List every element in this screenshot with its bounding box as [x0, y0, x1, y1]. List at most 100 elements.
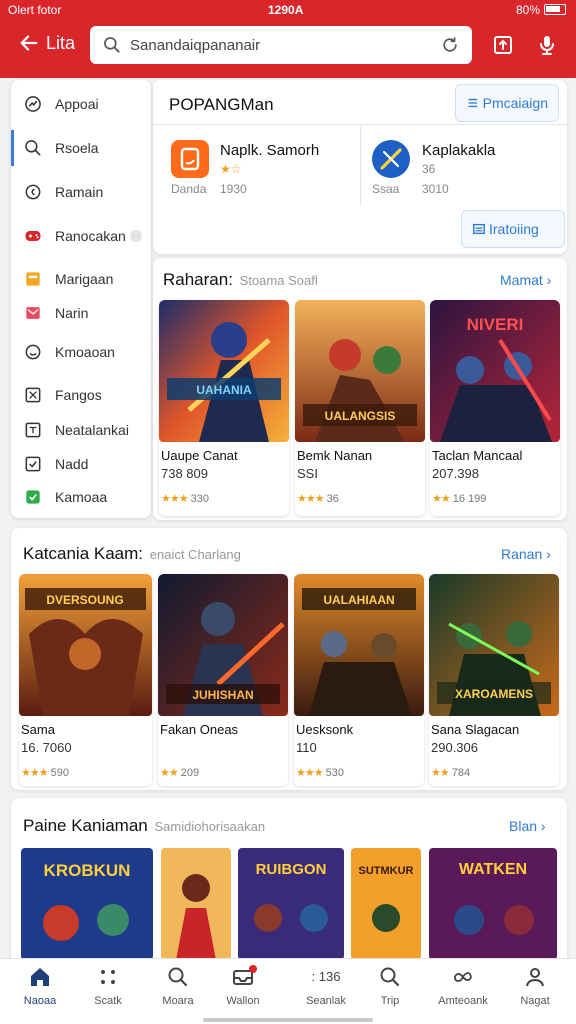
see-more-link[interactable]: Ranan ›: [501, 546, 551, 562]
game-value: 110: [296, 740, 317, 755]
back-button[interactable]: Lita: [18, 32, 75, 54]
thumb-art-title: SUTMKUR: [359, 865, 414, 877]
app-name: Naplk. Samorh: [220, 142, 320, 159]
section-title-text: Raharan:: [163, 270, 233, 289]
game-card[interactable]: JUHISHAN Fakan Oneas ★★ 209: [158, 574, 288, 786]
sidebar-item-appoai[interactable]: Appoai: [11, 86, 151, 122]
game-rating: ★★ 16 199: [432, 492, 486, 505]
game-card[interactable]: XAROAMENS Sana Slagacan 290.306 ★★ 784: [429, 574, 559, 786]
nav-item-wallon[interactable]: Wallon: [211, 965, 275, 1015]
sidebar-item-narin[interactable]: Narin: [11, 295, 151, 331]
stars-icon: ★★: [432, 493, 451, 505]
section-title: Katcania Kaam: enaict Charlang: [23, 544, 241, 564]
sidebar-item-marigaan[interactable]: Marigaan: [11, 261, 151, 297]
see-more-link[interactable]: Mamat ›: [500, 272, 551, 288]
top-app-bar: Olert fotor 1290A 80% Lita: [0, 0, 576, 78]
nav-item-home[interactable]: Naoaa: [8, 965, 72, 1015]
notification-badge: [249, 965, 257, 973]
search-input[interactable]: [130, 36, 440, 54]
nav-item-amteoank[interactable]: Amteoank: [430, 965, 496, 1015]
info-dot: [129, 230, 142, 242]
stars-icon: ★★★: [296, 767, 324, 779]
game-thumbnail[interactable]: RUIBGON: [238, 848, 344, 960]
game-card[interactable]: DVERSOUNG Sama 16. 7060 ★★★ 590: [19, 574, 152, 786]
sidebar-item-kmoaoan[interactable]: Kmoaoan: [11, 334, 151, 370]
nav-label: Amteoank: [438, 995, 488, 1007]
game-card[interactable]: UAHANIA Uaupe Canat 738 809 ★★★ 330: [159, 300, 289, 516]
check-box-icon: [23, 454, 43, 474]
list-icon: [468, 98, 478, 108]
app-bar: Lita: [0, 22, 576, 68]
section-title: Paine Kaniaman Samidiohorisaakan: [23, 816, 265, 836]
rating-count: 36: [326, 493, 339, 505]
rating-count: 530: [325, 767, 344, 779]
sidebar-item-label: Ramain: [55, 184, 104, 200]
game-thumbnail[interactable]: KROBKUN: [21, 848, 153, 960]
game-rating: ★★ 209: [160, 766, 199, 779]
mic-button[interactable]: [535, 33, 559, 57]
sidebar-item-label: Fangos: [55, 387, 102, 403]
sidebar-item-label: Kmoaoan: [55, 344, 115, 360]
campaign-button[interactable]: Pmcaiaign: [455, 84, 559, 122]
game-card[interactable]: NIVERI Taclan Mancaal 207.398 ★★ 16 199: [430, 300, 560, 516]
rating-count: 590: [50, 767, 69, 779]
nav-item-nagat[interactable]: Nagat: [503, 965, 567, 1015]
rating-count: 330: [190, 493, 209, 505]
cross-box-icon: [23, 385, 43, 405]
share-button[interactable]: [491, 33, 515, 57]
sidebar-item-neatalankai[interactable]: Neatalankai: [11, 412, 151, 448]
thumb-art-title: UAHANIA: [196, 383, 252, 397]
stars-icon: ★★★: [161, 493, 189, 505]
game-card[interactable]: UALANGSIS Bemk Nanan SSI ★★★ 36: [295, 300, 425, 516]
sidebar-item-nadd[interactable]: Nadd: [11, 446, 151, 482]
game-value: 290.306: [431, 740, 478, 755]
sidebar-item-label: Neatalankai: [55, 422, 129, 438]
thumb-art-title: JUHISHAN: [192, 688, 253, 702]
envelope-icon: [23, 303, 43, 323]
nav-item-trip[interactable]: Trip: [358, 965, 422, 1015]
code-icon: : 136: [311, 969, 341, 984]
infinity-icon: [451, 965, 475, 989]
game-card[interactable]: UALAHIAAN Uesksonk 110 ★★★ 530: [294, 574, 424, 786]
section-subtitle: Samidiohorisaakan: [154, 819, 266, 834]
nav-item-scatk[interactable]: Scatk: [76, 965, 140, 1015]
category-sidebar: Appoai Rsoela Ramain Ranocakan Marigaan …: [11, 80, 151, 518]
home-icon: [28, 965, 52, 989]
stars-icon: ★★: [160, 767, 179, 779]
game-rating: ★★★ 530: [296, 766, 344, 779]
app-logo: [171, 140, 209, 178]
sidebar-item-label: Narin: [55, 305, 89, 321]
game-name: Uesksonk: [296, 722, 354, 737]
game-thumbnail[interactable]: SUTMKUR: [351, 848, 421, 960]
game-thumbnail[interactable]: WATKEN: [429, 848, 557, 960]
sidebar-item-kamoaa[interactable]: Kamoaa: [11, 479, 151, 515]
game-thumbnail: NIVERI: [430, 300, 560, 442]
game-thumbnail: DVERSOUNG: [19, 574, 152, 716]
app-item-kaplakakla[interactable]: Kaplakakla 36 Ssaa 3010: [370, 126, 560, 206]
rating-button[interactable]: Iratoiing: [461, 210, 565, 248]
thumb-art-title: UALANGSIS: [325, 409, 396, 423]
refresh-icon[interactable]: [440, 35, 460, 55]
sidebar-item-label: Marigaan: [55, 271, 114, 287]
sidebar-item-rsoela[interactable]: Rsoela: [11, 130, 151, 166]
rating-count: 209: [180, 767, 200, 779]
panel-title: POPANGMan: [169, 95, 274, 114]
section-katcania: Katcania Kaam: enaict Charlang Ranan › D…: [11, 528, 567, 790]
rating-label: Iratoiing: [489, 221, 539, 237]
thumb-art-title: RUIBGON: [256, 861, 327, 878]
smile-icon: [23, 342, 43, 362]
search-bar[interactable]: [90, 26, 472, 64]
sidebar-item-label: Ranocakan: [55, 228, 126, 244]
nav-item-seanlak[interactable]: : 136 Seanlak: [294, 965, 358, 1015]
game-thumbnail: UALAHIAAN: [294, 574, 424, 716]
mic-icon: [540, 36, 554, 55]
app-item-naplk[interactable]: Naplk. Samorh ★☆ Danda 1930: [166, 126, 356, 206]
sidebar-item-ranocakan[interactable]: Ranocakan: [11, 218, 151, 254]
sidebar-item-fangos[interactable]: Fangos: [11, 377, 151, 413]
app-stars: 36: [422, 162, 436, 176]
frame-icon: [23, 420, 43, 440]
see-more-link[interactable]: Blan ›: [509, 818, 546, 834]
sidebar-item-ramain[interactable]: Ramain: [11, 174, 151, 210]
nav-item-moara[interactable]: Moara: [146, 965, 210, 1015]
game-thumbnail[interactable]: [161, 848, 231, 960]
